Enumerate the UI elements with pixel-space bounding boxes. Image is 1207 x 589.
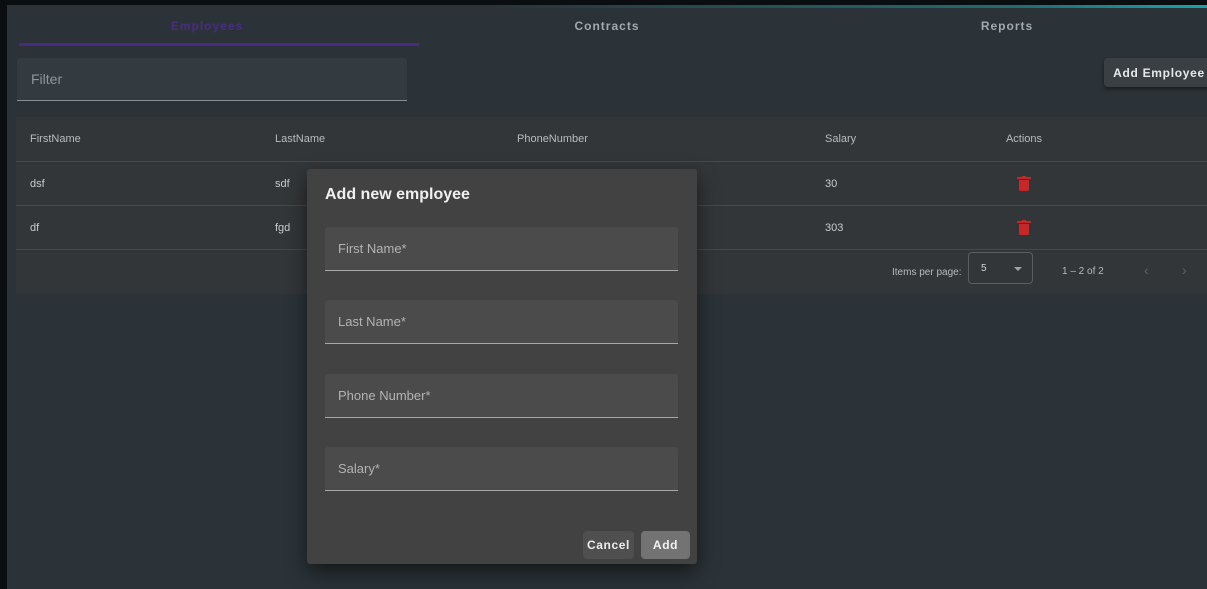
column-header-actions: Actions xyxy=(1005,133,1043,145)
column-header-firstname[interactable]: FirstName xyxy=(30,117,81,161)
items-per-page-label: Items per page: xyxy=(892,267,962,278)
active-tab-indicator xyxy=(19,43,419,46)
trash-icon[interactable] xyxy=(1017,175,1031,192)
tab-contracts[interactable]: Contracts xyxy=(407,5,807,47)
salary-input[interactable] xyxy=(338,461,665,476)
add-button[interactable]: Add xyxy=(641,531,690,559)
first-name-field[interactable] xyxy=(325,227,678,271)
page-range-label: 1 – 2 of 2 xyxy=(1062,266,1104,277)
page-size-select[interactable]: 5 xyxy=(968,252,1033,284)
filter-field[interactable] xyxy=(17,58,407,101)
previous-page-button[interactable]: ‹ xyxy=(1144,262,1149,278)
tab-reports[interactable]: Reports xyxy=(807,5,1207,47)
cell-lastname: fgd xyxy=(275,221,291,234)
phone-number-input[interactable] xyxy=(338,388,665,403)
cell-firstname: df xyxy=(30,221,40,234)
first-name-input[interactable] xyxy=(338,241,665,256)
last-name-field[interactable] xyxy=(325,300,678,344)
tab-employees[interactable]: Employees xyxy=(7,5,407,47)
cell-salary: 30 xyxy=(825,177,838,190)
next-page-button[interactable]: › xyxy=(1182,262,1187,278)
cell-salary: 303 xyxy=(825,221,844,234)
last-name-input[interactable] xyxy=(338,314,665,329)
tab-bar: Employees Contracts Reports xyxy=(7,5,1207,47)
cell-firstname: dsf xyxy=(30,177,45,190)
column-header-salary[interactable]: Salary xyxy=(825,117,856,161)
page-size-value: 5 xyxy=(981,262,987,274)
filter-input[interactable] xyxy=(31,71,393,87)
dropdown-caret-icon xyxy=(1014,267,1022,271)
dialog-title: Add new employee xyxy=(325,186,470,203)
delete-button[interactable] xyxy=(1004,206,1044,249)
delete-button[interactable] xyxy=(1004,162,1044,205)
column-header-phonenumber[interactable]: PhoneNumber xyxy=(517,117,588,161)
add-employee-button[interactable]: Add Employee xyxy=(1104,58,1207,87)
salary-field[interactable] xyxy=(325,447,678,491)
trash-icon[interactable] xyxy=(1017,219,1031,236)
cell-lastname: sdf xyxy=(275,177,290,190)
add-employee-dialog: Add new employee Cancel Add xyxy=(307,169,697,564)
table-header-row: FirstName LastName PhoneNumber Salary Ac… xyxy=(16,117,1207,162)
column-header-lastname[interactable]: LastName xyxy=(275,117,325,161)
cancel-button[interactable]: Cancel xyxy=(583,531,634,559)
phone-number-field[interactable] xyxy=(325,374,678,418)
